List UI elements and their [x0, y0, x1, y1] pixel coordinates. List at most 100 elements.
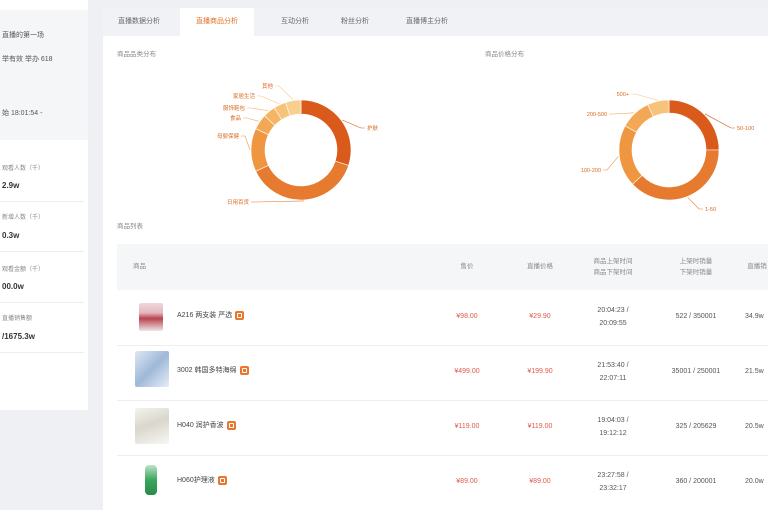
divider: [0, 201, 84, 202]
live-sales-cell: 34.9w: [745, 313, 764, 320]
time-on-cell: 20:04:23 /: [597, 307, 629, 314]
time-off-cell: 23:32:17: [599, 485, 627, 492]
slice-leader-line: [247, 107, 269, 112]
live-price-cell: ¥89.00: [529, 478, 551, 485]
time-on-cell: 23:27:58 /: [597, 472, 629, 479]
product-name[interactable]: A216 两支装 严选: [177, 310, 245, 320]
live-start-time: 始 18:01:54 -: [2, 110, 43, 117]
time-off-cell: 22:07:11: [599, 375, 627, 382]
column-header-listing-time: 商品上架时间 商品下架时间: [593, 258, 633, 276]
link-icon[interactable]: [239, 365, 249, 375]
table-header: 商品 售价 直播价格 商品上架时间 商品下架时间 上架时销量 下架时销量 直播销: [117, 244, 768, 290]
live-sales-cell: 20.5w: [745, 423, 764, 430]
slice-label: 食品: [230, 114, 242, 122]
divider: [0, 352, 84, 353]
stat-value: /1675.3w: [2, 332, 35, 341]
donut-slice[interactable]: [255, 160, 349, 201]
link-icon[interactable]: [226, 420, 236, 430]
stat-label: 观看金额（千）: [2, 267, 45, 273]
sales-cell: 522 / 350001: [675, 313, 717, 320]
tab-blogger[interactable]: 直播博主分析: [391, 8, 463, 36]
category-donut-chart: 护肤日用百货 母婴保健 食品 服饰鞋包 家居生活其他: [217, 82, 379, 206]
donut-slice[interactable]: [668, 99, 720, 151]
product-list-title: 商品列表: [117, 223, 143, 230]
table-row[interactable]: 3002 韩国多特海绵 ¥499.00 ¥199.90 21:53:40 / 2…: [117, 345, 768, 401]
slice-leader-line: [241, 135, 251, 151]
live-info-panel: 直播的第一场 举有效 举办 618 始 18:01:54 - 观看人数（千） 2…: [0, 0, 88, 410]
price-donut-chart: 50-100 1-50 100-200 200-500 500+: [581, 92, 754, 213]
stat-value: 00.0w: [2, 282, 24, 291]
product-thumbnail: [145, 465, 157, 495]
product-thumbnail: [135, 351, 169, 387]
live-sales-cell: 20.0w: [745, 478, 764, 485]
slice-leader-line: [275, 85, 294, 100]
stat-label: 直播销售额: [2, 316, 33, 322]
product-thumbnail: [135, 408, 169, 444]
slice-label: 日用百货: [227, 198, 250, 206]
divider: [0, 302, 84, 303]
slice-label: 服饰鞋包: [223, 104, 246, 112]
live-title: 直播的第一场: [2, 32, 44, 39]
distribution-charts: 护肤日用百货 母婴保健 食品 服饰鞋包 家居生活其他 50-100 1-50 100-200…: [217, 82, 754, 213]
table-row[interactable]: H040 润护香波 ¥119.00 ¥119.00 19:04:03 / 19:…: [117, 400, 768, 456]
stat-value: 0.3w: [2, 231, 20, 240]
stat-value: 2.9w: [2, 181, 20, 190]
slice-leader-line: [342, 119, 365, 129]
price-cell: ¥119.00: [454, 423, 480, 430]
product-name[interactable]: H060护理液: [177, 475, 227, 485]
slice-leader-line: [687, 197, 703, 210]
column-header-live-sales: 直播销: [747, 263, 767, 270]
live-price-cell: ¥119.00: [527, 423, 553, 430]
price-cell: ¥89.00: [456, 478, 478, 485]
price-cell: ¥499.00: [454, 368, 480, 375]
table-row[interactable]: A216 两支装 严选 ¥98.00 ¥29.90 20:04:23 / 20:…: [117, 290, 768, 346]
donut-slice[interactable]: [250, 128, 269, 172]
slice-label: 500+: [617, 92, 629, 98]
divider: [0, 251, 84, 252]
sales-cell: 35001 / 250001: [671, 368, 721, 375]
slice-leader-line: [609, 112, 635, 115]
slice-leader-line: [251, 200, 305, 203]
time-off-cell: 19:12:12: [599, 430, 627, 437]
slice-label: 其他: [262, 82, 274, 90]
donut-slice[interactable]: [624, 104, 654, 133]
table-row[interactable]: H060护理液 ¥89.00 ¥89.00 23:27:58 / 23:32:1…: [117, 455, 768, 510]
sales-cell: 360 / 200001: [675, 478, 717, 485]
slice-leader-line: [631, 93, 658, 101]
live-price-cell: ¥199.90: [527, 368, 553, 375]
live-info-header: 直播的第一场 举有效 举办 618 始 18:01:54 -: [0, 10, 88, 140]
slice-label: 100-200: [581, 168, 601, 174]
donut-slice[interactable]: [618, 125, 643, 185]
column-header-live-price: 直播价格: [527, 263, 553, 270]
stat-label: 新增人数（千）: [2, 215, 45, 221]
tab-live-data[interactable]: 直播数据分析: [103, 8, 175, 36]
donut-slice[interactable]: [632, 149, 720, 201]
donut-slice[interactable]: [300, 99, 352, 166]
stat-label: 观看人数（千）: [2, 166, 45, 172]
live-sales-cell: 21.5w: [745, 368, 764, 375]
link-icon[interactable]: [235, 310, 245, 320]
slice-label: 护肤: [367, 124, 379, 132]
tab-fans[interactable]: 粉丝分析: [319, 8, 391, 36]
product-name[interactable]: H040 润护香波: [177, 420, 236, 430]
product-name[interactable]: 3002 韩国多特海绵: [177, 365, 249, 375]
link-icon[interactable]: [217, 475, 227, 485]
price-cell: ¥98.00: [456, 313, 478, 320]
live-subtitle: 举有效 举办 618: [2, 56, 53, 63]
slice-leader-line: [243, 117, 259, 122]
live-price-cell: ¥29.90: [529, 313, 551, 320]
slice-label: 母婴保健: [217, 132, 240, 140]
tab-bar: 直播数据分析 直播商品分析 互动分析 粉丝分析 直播博主分析: [103, 8, 768, 36]
time-on-cell: 19:04:03 /: [597, 417, 629, 424]
slice-label: 1-50: [705, 207, 716, 213]
sales-cell: 325 / 205629: [675, 423, 717, 430]
slice-label: 50-100: [737, 126, 754, 132]
slice-leader-line: [257, 95, 280, 105]
column-header-product: 商品: [133, 263, 146, 270]
time-on-cell: 21:53:40 /: [597, 362, 629, 369]
tab-live-products[interactable]: 直播商品分析: [180, 8, 254, 36]
column-header-price: 售价: [460, 263, 474, 270]
product-thumbnail: [139, 303, 163, 331]
slice-leader-line: [603, 156, 619, 171]
time-off-cell: 20:09:55: [599, 320, 627, 327]
